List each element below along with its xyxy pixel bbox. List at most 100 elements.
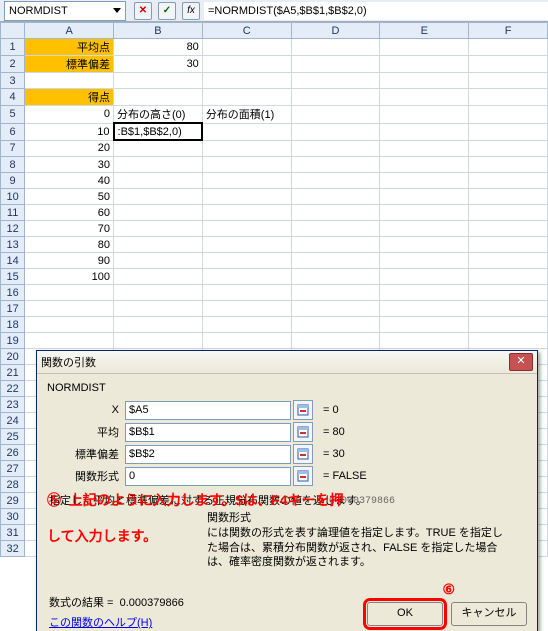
row-header[interactable]: 11 [1, 205, 25, 221]
row-header[interactable]: 17 [1, 301, 25, 317]
dialog-titlebar[interactable]: 関数の引数 ✕ [37, 351, 537, 374]
row-header[interactable]: 25 [1, 429, 25, 445]
row-header[interactable]: 2 [1, 56, 25, 73]
cell[interactable] [114, 157, 203, 173]
row-header[interactable]: 30 [1, 509, 25, 525]
cell[interactable] [380, 173, 469, 189]
cell[interactable]: 40 [25, 173, 114, 189]
row-header[interactable]: 16 [1, 285, 25, 301]
row-header[interactable]: 19 [1, 333, 25, 349]
cell[interactable] [380, 140, 469, 157]
cell[interactable] [114, 73, 203, 89]
col-header[interactable]: E [380, 23, 469, 39]
select-all-corner[interactable] [1, 23, 25, 39]
cell[interactable] [380, 285, 469, 301]
cell[interactable] [469, 39, 548, 56]
cell[interactable] [380, 317, 469, 333]
cell[interactable] [291, 173, 380, 189]
cell[interactable] [291, 89, 380, 106]
cell[interactable] [291, 237, 380, 253]
cell[interactable] [291, 333, 380, 349]
cell[interactable] [114, 237, 203, 253]
cell[interactable] [469, 56, 548, 73]
cell[interactable] [380, 56, 469, 73]
cell[interactable]: 30 [114, 56, 203, 73]
cell[interactable] [202, 301, 291, 317]
cell[interactable] [291, 285, 380, 301]
col-header[interactable]: D [291, 23, 380, 39]
row-header[interactable]: 3 [1, 73, 25, 89]
arg-input-form[interactable]: 0 [125, 467, 291, 486]
cell[interactable] [380, 189, 469, 205]
row-header[interactable]: 12 [1, 221, 25, 237]
cell[interactable] [114, 89, 203, 106]
cell[interactable] [202, 39, 291, 56]
col-header[interactable]: C [202, 23, 291, 39]
cell[interactable]: 10 [25, 123, 114, 140]
row-header[interactable]: 23 [1, 397, 25, 413]
cell[interactable] [469, 173, 548, 189]
cell[interactable] [469, 237, 548, 253]
cell[interactable]: 90 [25, 253, 114, 269]
cell[interactable] [202, 221, 291, 237]
cell[interactable] [469, 123, 548, 140]
row-header[interactable]: 15 [1, 269, 25, 285]
row-header[interactable]: 6 [1, 123, 25, 140]
cell[interactable] [25, 285, 114, 301]
range-picker-icon[interactable] [293, 422, 313, 442]
cell[interactable] [202, 269, 291, 285]
cell[interactable] [202, 205, 291, 221]
row-header[interactable]: 28 [1, 477, 25, 493]
cell[interactable] [291, 253, 380, 269]
cell[interactable] [380, 89, 469, 106]
ok-button[interactable]: OK [367, 602, 443, 626]
cell[interactable]: 30 [25, 157, 114, 173]
cell[interactable] [291, 189, 380, 205]
cell[interactable] [114, 221, 203, 237]
cell[interactable] [202, 285, 291, 301]
help-link[interactable]: この関数のヘルプ(H) [49, 617, 152, 629]
cell[interactable] [380, 205, 469, 221]
row-header[interactable]: 24 [1, 413, 25, 429]
cell[interactable] [114, 205, 203, 221]
cell[interactable] [469, 73, 548, 89]
cell[interactable] [114, 301, 203, 317]
cell[interactable] [380, 221, 469, 237]
cell[interactable] [291, 301, 380, 317]
cell[interactable] [469, 333, 548, 349]
cell[interactable]: 標準偏差 [25, 56, 114, 73]
cell[interactable] [469, 301, 548, 317]
cell[interactable] [291, 56, 380, 73]
row-header[interactable]: 26 [1, 445, 25, 461]
cell[interactable] [291, 205, 380, 221]
cell[interactable]: :B$1,$B$2,0) [114, 123, 203, 140]
cell[interactable]: 0 [25, 106, 114, 124]
cell[interactable]: 80 [25, 237, 114, 253]
cell[interactable] [25, 73, 114, 89]
cell[interactable]: 20 [25, 140, 114, 157]
row-header[interactable]: 14 [1, 253, 25, 269]
col-header[interactable]: F [469, 23, 548, 39]
cell[interactable] [291, 123, 380, 140]
cell[interactable] [291, 317, 380, 333]
cell[interactable] [291, 39, 380, 56]
cell[interactable]: 平均点 [25, 39, 114, 56]
cell[interactable]: 分布の面積(1) [202, 106, 291, 124]
cell[interactable] [380, 237, 469, 253]
row-header[interactable]: 22 [1, 381, 25, 397]
cell[interactable] [291, 140, 380, 157]
row-header[interactable]: 21 [1, 365, 25, 381]
cell[interactable] [469, 205, 548, 221]
cell[interactable] [380, 106, 469, 124]
cell[interactable] [469, 189, 548, 205]
cell[interactable] [291, 269, 380, 285]
cell[interactable] [202, 333, 291, 349]
cell[interactable] [202, 73, 291, 89]
cell[interactable] [202, 140, 291, 157]
row-header[interactable]: 7 [1, 140, 25, 157]
range-picker-icon[interactable] [293, 444, 313, 464]
cancel-button[interactable]: キャンセル [451, 602, 527, 626]
chevron-down-icon[interactable] [113, 8, 121, 13]
arg-input-sd[interactable]: $B$2 [125, 445, 291, 464]
col-header[interactable]: B [114, 23, 203, 39]
